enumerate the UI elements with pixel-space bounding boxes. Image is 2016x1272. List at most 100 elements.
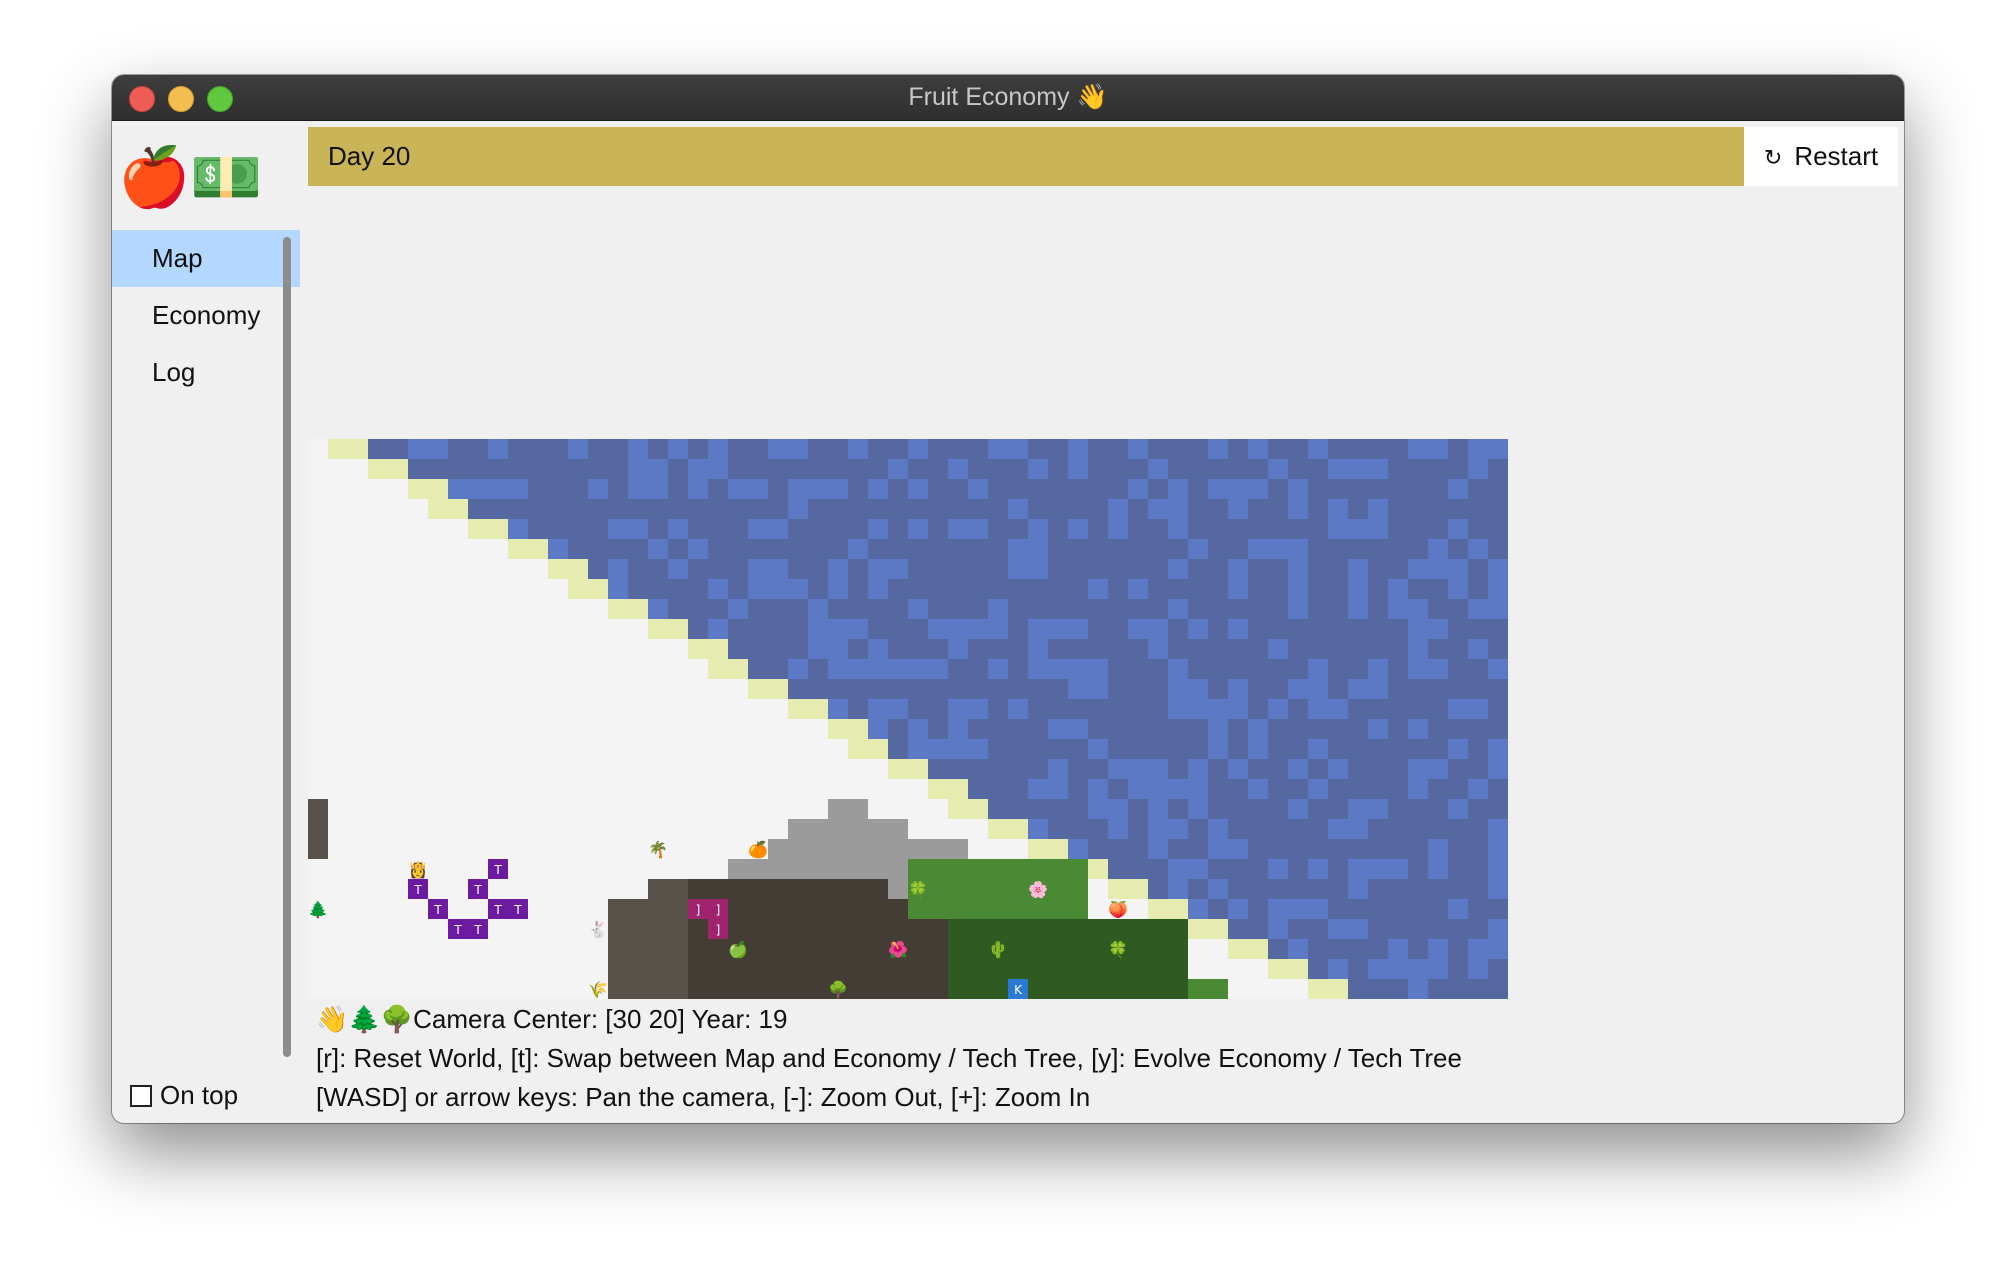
water-tile [828, 659, 848, 679]
water-tile [1228, 679, 1248, 699]
water-tile [1348, 559, 1368, 579]
water-tile [1148, 559, 1168, 579]
water-tile [1248, 559, 1268, 579]
water-tile [1448, 799, 1468, 819]
water-tile [648, 439, 668, 459]
dirt-tile [788, 979, 808, 999]
water-tile [1488, 659, 1508, 679]
restart-label: Restart [1794, 141, 1879, 171]
water-tile [1008, 439, 1028, 459]
water-tile [1088, 559, 1108, 579]
water-tile [448, 479, 468, 499]
water-tile [1428, 479, 1448, 499]
grass-tile [1048, 879, 1068, 899]
rock-tile [828, 819, 848, 839]
water-tile [1048, 719, 1068, 739]
water-tile [1088, 519, 1108, 539]
water-tile [1308, 459, 1328, 479]
dirt-tile [688, 959, 708, 979]
water-tile [1428, 699, 1448, 719]
water-tile [1368, 719, 1388, 739]
water-tile [748, 499, 768, 519]
water-tile [828, 619, 848, 639]
beach-tile [1028, 839, 1048, 859]
water-tile [1488, 479, 1508, 499]
water-tile [808, 579, 828, 599]
title-bar[interactable]: Fruit Economy 👋 [112, 75, 1904, 121]
sidebar-item-map[interactable]: Map [112, 230, 300, 287]
water-tile [1448, 579, 1468, 599]
water-tile [608, 579, 628, 599]
beach-tile [408, 479, 428, 499]
water-tile [1408, 519, 1428, 539]
beach-tile [1228, 939, 1248, 959]
sidebar-item-economy[interactable]: Economy [112, 287, 300, 344]
water-tile [1388, 939, 1408, 959]
water-tile [868, 539, 888, 559]
water-tile [1288, 499, 1308, 519]
water-tile [1388, 899, 1408, 919]
water-tile [1128, 519, 1148, 539]
water-tile [908, 539, 928, 559]
water-tile [508, 519, 528, 539]
water-tile [568, 459, 588, 479]
evergreen-icon: 🌲 [308, 900, 328, 919]
water-tile [948, 439, 968, 459]
territory-label: T [413, 883, 422, 897]
on-top-checkbox[interactable]: On top [130, 1080, 238, 1111]
beach-tile [848, 719, 868, 739]
water-tile [1348, 799, 1368, 819]
water-tile [1268, 559, 1288, 579]
water-tile [1348, 919, 1368, 939]
water-tile [748, 439, 768, 459]
water-tile [1308, 819, 1328, 839]
water-tile [988, 719, 1008, 739]
water-tile [1008, 559, 1028, 579]
dirt-tile [768, 919, 788, 939]
water-tile [1268, 819, 1288, 839]
grass-tile [988, 879, 1008, 899]
water-tile [1188, 479, 1208, 499]
restart-button[interactable]: ↻ Restart [1744, 127, 1898, 186]
water-tile [948, 559, 968, 579]
sidebar-item-log[interactable]: Log [112, 344, 300, 401]
water-tile [1128, 539, 1148, 559]
water-tile [768, 539, 788, 559]
water-tile [1128, 799, 1148, 819]
grass-tile [948, 879, 968, 899]
dirt-tile [788, 919, 808, 939]
water-tile [1328, 619, 1348, 639]
water-tile [888, 679, 908, 699]
water-tile [928, 579, 948, 599]
water-tile [1208, 819, 1228, 839]
world-map-canvas[interactable]: TT TT T TT T]]]K🌴 🍊🍀 🌸🍏 🌺 🌵 🍀🌳🌲👸🐇🌾🍑 [308, 439, 1508, 999]
water-tile [788, 619, 808, 639]
dirt-tile [848, 879, 868, 899]
water-tile [1248, 519, 1268, 539]
water-tile [948, 519, 968, 539]
water-tile [1308, 519, 1328, 539]
dirt-tile [628, 899, 648, 919]
water-tile [988, 459, 1008, 479]
beach-tile [1188, 919, 1208, 939]
beach-tile [908, 759, 928, 779]
water-tile [1148, 799, 1168, 819]
dirt-tile [868, 899, 888, 919]
beach-tile [1308, 979, 1328, 999]
water-tile [1468, 859, 1488, 879]
checkbox-box[interactable] [130, 1085, 152, 1107]
water-tile [1068, 699, 1088, 719]
water-tile [648, 579, 668, 599]
water-tile [1108, 739, 1128, 759]
water-tile [1088, 439, 1108, 459]
water-tile [888, 719, 908, 739]
water-tile [1368, 979, 1388, 999]
water-tile [1468, 459, 1488, 479]
sidebar-scrollbar[interactable] [283, 237, 291, 1057]
water-tile [1308, 879, 1328, 899]
water-tile [1108, 859, 1128, 879]
grass-tile [1008, 899, 1028, 919]
water-tile [648, 499, 668, 519]
dirt-tile [808, 919, 828, 939]
world-map[interactable]: T T T T T T T T]]] K 🌴 🍊 🍀 🌸 🍏 🌺 🌵 🍀 🌳 🌲 👸 🐇 🌾 🍑 [308, 439, 1508, 999]
